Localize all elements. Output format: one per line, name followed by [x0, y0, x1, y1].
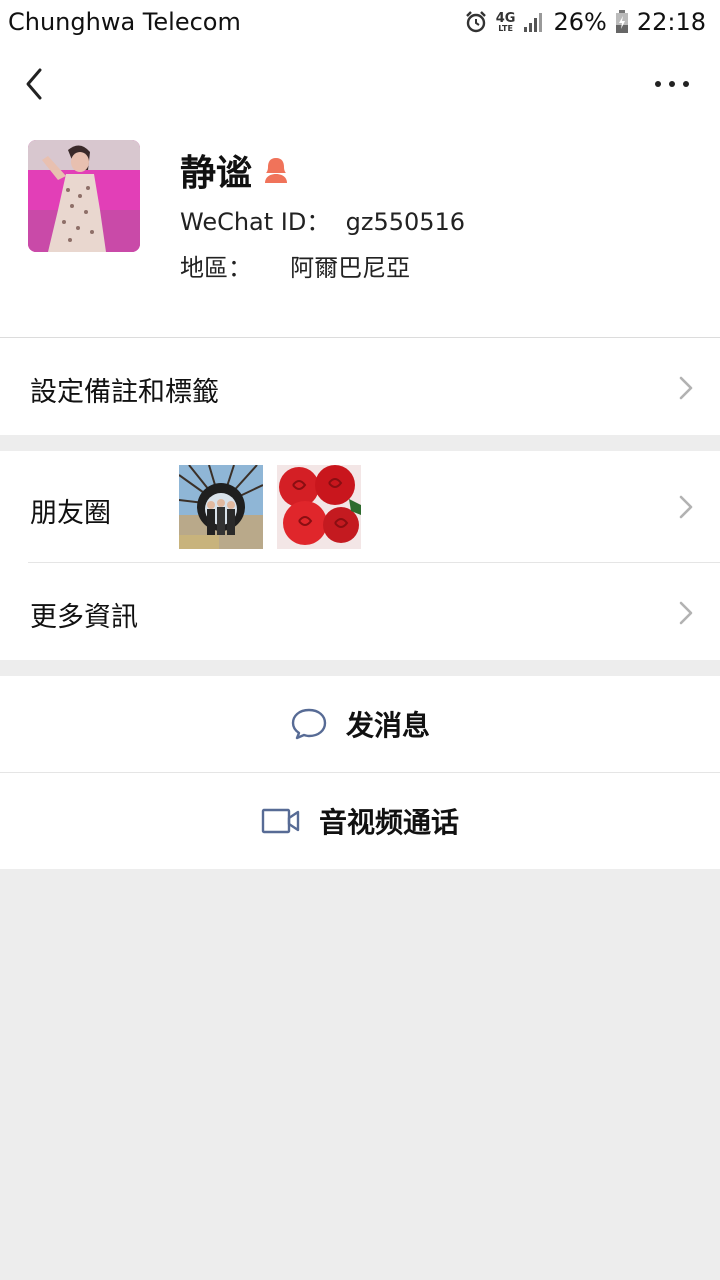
chevron-left-icon[interactable] [20, 62, 50, 106]
chevron-right-icon [679, 376, 693, 400]
contact-name: 静谧 [180, 153, 253, 194]
wechat-id: WeChat ID： gz550516 [180, 208, 466, 236]
network-type: 4G LTE [495, 10, 516, 33]
status-bar: Chunghwa Telecom 4G LTE 26% 22:18 [0, 0, 720, 44]
chat-bubble-icon [291, 708, 327, 740]
more-dots-icon[interactable] [652, 66, 692, 102]
avatar[interactable] [28, 140, 140, 252]
battery-percent: 26% [553, 8, 607, 36]
battery-icon [615, 10, 628, 33]
chevron-right-icon [679, 495, 693, 519]
signal-icon [524, 13, 543, 32]
more-info-row[interactable]: 更多資訊 [0, 563, 720, 660]
video-call-label: 音视频通话 [318, 806, 459, 839]
carrier-name: Chunghwa Telecom [8, 8, 241, 36]
more-info-label: 更多資訊 [30, 602, 138, 633]
remark-tags-row[interactable]: 設定備註和標籤 [0, 338, 720, 435]
moments-photo [277, 465, 361, 549]
clock: 22:18 [636, 8, 706, 36]
region: 地區： 阿爾巴尼亞 [180, 254, 411, 282]
moments-row[interactable]: 朋友圈 [0, 451, 720, 563]
moments-label: 朋友圈 [30, 498, 111, 529]
profile-header: 静谧 WeChat ID： gz550516 地區： 阿爾巴尼亞 [0, 124, 720, 337]
remark-tags-label: 設定備註和標籤 [30, 377, 219, 408]
female-user-icon [265, 158, 288, 183]
name-row: 静谧 [180, 144, 290, 196]
status-icons: 4G LTE 26% 22:18 [464, 6, 706, 38]
divider [28, 562, 720, 563]
moments-photo [179, 465, 263, 549]
nav-bar [0, 44, 720, 124]
video-camera-icon [261, 808, 300, 834]
chevron-right-icon [679, 601, 693, 625]
send-message-label: 发消息 [345, 709, 430, 742]
alarm-icon [465, 11, 486, 33]
video-call-button[interactable]: 音视频通话 [0, 773, 720, 869]
send-message-button[interactable]: 发消息 [0, 676, 720, 772]
